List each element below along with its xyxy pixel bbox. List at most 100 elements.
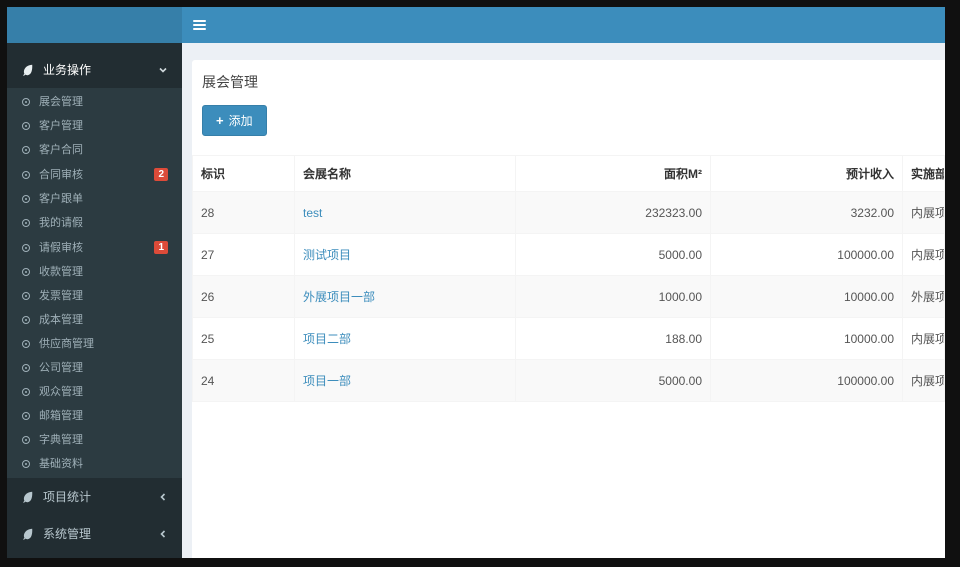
list-item: 观众管理 <box>7 380 182 404</box>
sidebar-item-my-leave[interactable]: 我的请假 <box>7 211 182 235</box>
list-item: 基础资料 <box>7 452 182 476</box>
table-row: 27 测试项目 5000.00 100000.00 内展项目 <box>192 233 945 276</box>
cell-name: 项目二部 <box>294 317 516 360</box>
sidebar-section-project-stats-toggle[interactable]: 项目统计 <box>7 478 182 515</box>
sidebar-section-label: 系统管理 <box>43 527 92 541</box>
sidebar-item-label: 客户合同 <box>39 144 83 156</box>
circle-icon <box>22 460 30 468</box>
sidebar-menu: 业务操作 展会管理 客户管理 客户合同 合同审核 2 客户跟单 我的请假 请假审核… <box>7 43 182 552</box>
exhibition-link[interactable]: 测试项目 <box>303 248 351 262</box>
list-item: 成本管理 <box>7 308 182 332</box>
sidebar-item-dictionary-mgmt[interactable]: 字典管理 <box>7 428 182 452</box>
cell-id: 27 <box>192 233 295 276</box>
sidebar-toggle-button[interactable] <box>182 7 216 43</box>
status-badge: 2 <box>154 168 168 181</box>
cell-name: test <box>294 191 516 234</box>
table-row: 26 外展项目一部 1000.00 10000.00 外展项目 <box>192 275 945 318</box>
sidebar-section-project-stats: 项目统计 <box>7 478 182 515</box>
sidebar-item-label: 发票管理 <box>39 290 83 302</box>
circle-icon <box>22 364 30 372</box>
circle-icon <box>22 146 30 154</box>
sidebar-item-label: 基础资料 <box>39 458 83 470</box>
sidebar-item-company-mgmt[interactable]: 公司管理 <box>7 356 182 380</box>
list-item: 客户合同 <box>7 138 182 162</box>
sidebar-item-label: 展会管理 <box>39 96 83 108</box>
cell-area: 5000.00 <box>515 359 711 402</box>
sidebar-item-label: 邮箱管理 <box>39 410 83 422</box>
column-header-id: 标识 <box>192 155 295 192</box>
cell-dept: 外展项目 <box>902 275 945 318</box>
cell-income: 10000.00 <box>710 275 903 318</box>
leaf-icon <box>21 527 34 540</box>
plus-icon: + <box>216 112 224 128</box>
circle-icon <box>22 292 30 300</box>
sidebar-item-supplier-mgmt[interactable]: 供应商管理 <box>7 332 182 356</box>
sidebar-item-exhibition-mgmt[interactable]: 展会管理 <box>7 90 182 114</box>
sidebar-item-label: 字典管理 <box>39 434 83 446</box>
chevron-down-icon <box>158 65 168 75</box>
sidebar-logo-area <box>7 7 182 43</box>
cell-name: 项目一部 <box>294 359 516 402</box>
add-button-label: 添加 <box>228 114 253 128</box>
sidebar-item-payment-mgmt[interactable]: 收款管理 <box>7 260 182 284</box>
cell-income: 10000.00 <box>710 317 903 360</box>
sidebar-submenu: 展会管理 客户管理 客户合同 合同审核 2 客户跟单 我的请假 请假审核 1 收款管… <box>7 88 182 478</box>
cell-area: 188.00 <box>515 317 711 360</box>
sidebar-item-customer-contract[interactable]: 客户合同 <box>7 138 182 162</box>
cell-dept: 内展项目 <box>902 233 945 276</box>
sidebar-section-business-ops: 业务操作 展会管理 客户管理 客户合同 合同审核 2 客户跟单 我的请假 请假审核… <box>7 51 182 478</box>
circle-icon <box>22 436 30 444</box>
circle-icon <box>22 412 30 420</box>
leaf-icon <box>21 490 34 503</box>
cell-id: 25 <box>192 317 295 360</box>
exhibition-link[interactable]: 项目一部 <box>303 374 351 388</box>
sidebar-section-system-mgmt-toggle[interactable]: 系统管理 <box>7 515 182 552</box>
list-item: 供应商管理 <box>7 332 182 356</box>
cell-name: 测试项目 <box>294 233 516 276</box>
circle-icon <box>22 340 30 348</box>
sidebar-item-customer-mgmt[interactable]: 客户管理 <box>7 114 182 138</box>
cell-dept: 内展项目 <box>902 317 945 360</box>
circle-icon <box>22 388 30 396</box>
cell-area: 232323.00 <box>515 191 711 234</box>
cell-area: 5000.00 <box>515 233 711 276</box>
sidebar-item-label: 成本管理 <box>39 314 83 326</box>
sidebar-section-business-ops-toggle[interactable]: 业务操作 <box>7 51 182 88</box>
sidebar-item-label: 公司管理 <box>39 362 83 374</box>
exhibition-link[interactable]: 外展项目一部 <box>303 290 375 304</box>
sidebar-item-basic-data[interactable]: 基础资料 <box>7 452 182 476</box>
navbar-bar <box>182 7 945 43</box>
page-title: 展会管理 <box>202 74 258 90</box>
cell-dept: 内展项目 <box>902 191 945 234</box>
app-window: 业务操作 展会管理 客户管理 客户合同 合同审核 2 客户跟单 我的请假 请假审核… <box>7 7 945 558</box>
list-item: 收款管理 <box>7 260 182 284</box>
box-body: + 添加 标识 会展名称 面积M² 预计收入 实施部门 <box>192 101 945 402</box>
cell-name: 外展项目一部 <box>294 275 516 318</box>
exhibitions-table: 标识 会展名称 面积M² 预计收入 实施部门 28 test 232323.00 <box>192 155 945 402</box>
sidebar-section-label: 项目统计 <box>43 490 92 504</box>
list-item: 客户跟单 <box>7 187 182 211</box>
list-item: 合同审核 2 <box>7 162 182 187</box>
sidebar-item-invoice-mgmt[interactable]: 发票管理 <box>7 284 182 308</box>
sidebar-item-customer-followup[interactable]: 客户跟单 <box>7 187 182 211</box>
sidebar-item-mailbox-mgmt[interactable]: 邮箱管理 <box>7 404 182 428</box>
exhibition-link[interactable]: 项目二部 <box>303 332 351 346</box>
sidebar-section-label: 业务操作 <box>43 63 92 77</box>
column-header-income: 预计收入 <box>710 155 903 192</box>
box-header: 展会管理 <box>192 60 945 101</box>
sidebar-item-leave-review[interactable]: 请假审核 1 <box>7 235 182 260</box>
sidebar-item-label: 供应商管理 <box>39 338 94 350</box>
circle-icon <box>22 122 30 130</box>
sidebar: 业务操作 展会管理 客户管理 客户合同 合同审核 2 客户跟单 我的请假 请假审核… <box>7 43 182 558</box>
list-item: 我的请假 <box>7 211 182 235</box>
sidebar-item-audience-mgmt[interactable]: 观众管理 <box>7 380 182 404</box>
cell-income: 3232.00 <box>710 191 903 234</box>
top-navbar <box>7 7 945 43</box>
sidebar-item-contract-review[interactable]: 合同审核 2 <box>7 162 182 187</box>
exhibition-link[interactable]: test <box>303 206 322 220</box>
sidebar-item-cost-mgmt[interactable]: 成本管理 <box>7 308 182 332</box>
cell-id: 26 <box>192 275 295 318</box>
column-header-area: 面积M² <box>515 155 711 192</box>
add-button[interactable]: + 添加 <box>202 105 267 136</box>
cell-income: 100000.00 <box>710 233 903 276</box>
